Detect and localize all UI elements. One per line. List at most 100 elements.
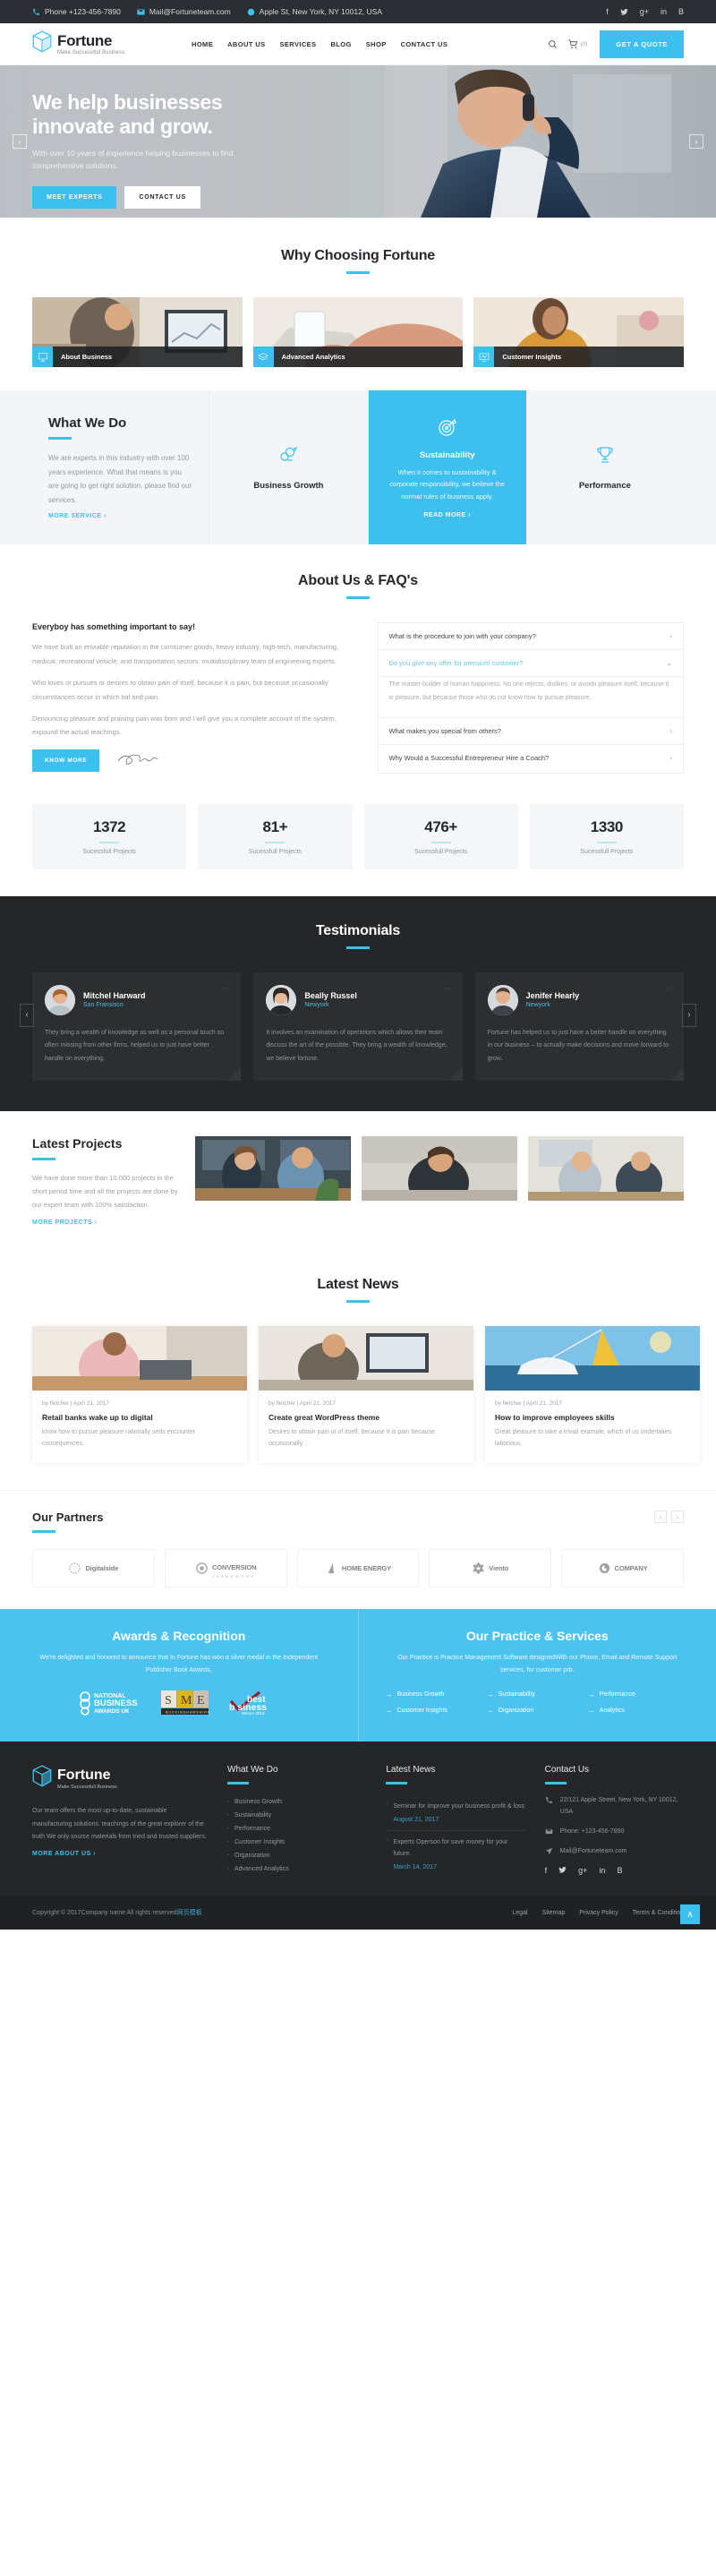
- nav-blog[interactable]: BLOG: [330, 40, 351, 48]
- practice-service-1[interactable]: → Business Growth: [386, 1690, 487, 1699]
- footer-service-link-3[interactable]: Performance: [227, 1822, 366, 1836]
- nav-contact-us[interactable]: CONTACT US: [401, 40, 448, 48]
- hero-title: We help businesses innovate and grow.: [32, 90, 328, 139]
- partner-home-energy[interactable]: HOME ENERGY: [296, 1549, 420, 1588]
- why-card-about-business[interactable]: About Business: [32, 297, 243, 367]
- google-plus-icon[interactable]: g+: [640, 7, 649, 16]
- news-card-3[interactable]: by fletcher | April 21, 2017 How to impr…: [485, 1325, 700, 1464]
- footer-news-item-1[interactable]: Seminar for improve your business profit…: [386, 1795, 525, 1832]
- nav-services[interactable]: SERVICES: [279, 40, 316, 48]
- faq-item-4[interactable]: Why Would a Successful Entrepreneur Hire…: [379, 745, 683, 771]
- partner-conversion[interactable]: CONVERSION F R A M E W O R K: [164, 1549, 287, 1588]
- news-card-2[interactable]: by fletcher | April 21, 2017 Create grea…: [259, 1325, 473, 1464]
- testimonials-next-arrow[interactable]: ›: [682, 1003, 696, 1027]
- linkedin-icon[interactable]: in: [661, 7, 667, 16]
- faq-item-1[interactable]: What is the procedure to join with your …: [378, 623, 683, 651]
- twitter-icon[interactable]: [558, 1866, 567, 1874]
- partner-name-5: COMPANY: [614, 1564, 648, 1573]
- about-heading: Everyboy has something important to say!: [32, 622, 196, 632]
- project-thumb-1[interactable]: [195, 1135, 351, 1201]
- facebook-icon[interactable]: f: [606, 7, 609, 16]
- nav-about-us[interactable]: ABOUT US: [227, 40, 265, 48]
- twitter-icon[interactable]: [620, 8, 628, 16]
- footer-link-sitemap[interactable]: Sitemap: [542, 1910, 566, 1916]
- faq-question-2: Do you give ony offer for premium custom…: [388, 659, 524, 668]
- footer-news-item-2[interactable]: Experts Operson for save money for your …: [386, 1831, 524, 1878]
- behance-icon[interactable]: B: [617, 1866, 622, 1875]
- footer-service-link-5[interactable]: Organization: [227, 1849, 366, 1862]
- testimonials-prev-arrow[interactable]: ‹: [20, 1003, 34, 1027]
- service-business-growth[interactable]: Business Growth: [209, 390, 369, 545]
- service-sustainability[interactable]: Sustainability When it comes to sustaina…: [368, 390, 526, 545]
- faq-accordion: What is the procedure to join with your …: [377, 622, 684, 774]
- news-headline-3[interactable]: How to improve employees skills: [495, 1413, 690, 1422]
- why-card-advanced-analytics[interactable]: Advanced Analytics: [252, 297, 464, 367]
- footer-link-privacy-policy[interactable]: Privacy Policy: [579, 1910, 618, 1916]
- partner-viento[interactable]: Viento: [429, 1549, 552, 1588]
- copyright-label: Copyright © 2017Company name All rights …: [32, 1910, 177, 1917]
- footer-service-link-2[interactable]: Sustainability: [227, 1809, 366, 1822]
- meet-experts-button[interactable]: MEET EXPERTS: [32, 186, 117, 210]
- topbar-address[interactable]: Apple St, New York, NY 10012, USA: [247, 7, 382, 16]
- more-service-link[interactable]: MORE SERVICE ›: [48, 513, 107, 519]
- get-a-quote-button[interactable]: GET A QUOTE: [600, 30, 684, 58]
- nav-home[interactable]: HOME: [192, 40, 213, 48]
- nav-shop[interactable]: SHOP: [366, 40, 387, 48]
- copyright-accent[interactable]: 网页模板: [177, 1910, 202, 1916]
- partner-name-1: Digitalside: [85, 1564, 119, 1573]
- practice-service-2[interactable]: → Sustainability: [487, 1690, 588, 1699]
- project-thumb-2[interactable]: [362, 1135, 517, 1201]
- know-more-button[interactable]: KNOW MORE: [32, 749, 100, 772]
- footer-service-link-4[interactable]: Customer Insights: [227, 1836, 366, 1849]
- facebook-icon[interactable]: f: [545, 1866, 548, 1875]
- partners-next-arrow[interactable]: ›: [671, 1511, 684, 1524]
- footer-email-text: Mail@Fortuneteam.com: [559, 1848, 627, 1855]
- section-rule: [346, 271, 370, 274]
- footer-tagline: Make Successfull Business.: [57, 1784, 119, 1790]
- hero-next-arrow[interactable]: ›: [689, 134, 703, 149]
- google-plus-icon[interactable]: g+: [578, 1866, 587, 1875]
- why-card-label-2: Advanced Analytics: [281, 353, 345, 361]
- mail-icon: [137, 9, 145, 14]
- news-headline-1[interactable]: Retail banks wake up to digital: [42, 1413, 237, 1422]
- news-card-1[interactable]: by fletcher | April 21, 2017 Retail bank…: [32, 1325, 247, 1464]
- site-logo[interactable]: Fortune Make Successfull Business.: [32, 30, 166, 58]
- topbar-phone[interactable]: Phone +123-456-7890: [32, 7, 121, 16]
- footer-service-link-6[interactable]: Advanced Analytics: [227, 1862, 366, 1876]
- testimonial-city-2: Newyork: [304, 1002, 329, 1009]
- section-rule: [48, 437, 72, 440]
- footer-link-terms[interactable]: Terms & Condition: [633, 1910, 684, 1916]
- partners-prev-arrow[interactable]: ‹: [654, 1511, 667, 1524]
- trophy-icon: [594, 444, 616, 470]
- practice-service-4[interactable]: → Customer Insights: [386, 1707, 487, 1715]
- more-projects-link[interactable]: MORE PROJECTS ›: [32, 1220, 97, 1226]
- behance-icon[interactable]: B: [678, 7, 684, 16]
- read-more-link[interactable]: READ MORE ›: [423, 512, 471, 518]
- partner-company[interactable]: COMPANY: [561, 1549, 684, 1588]
- linkedin-icon[interactable]: in: [599, 1866, 605, 1875]
- section-rule: [346, 946, 370, 949]
- news-headline-2[interactable]: Create great WordPress theme: [268, 1413, 464, 1422]
- faq-item-3[interactable]: What makes you special from others? ›: [378, 718, 683, 746]
- service-performance[interactable]: Performance: [526, 390, 684, 544]
- why-card-customer-insights[interactable]: Customer Insights: [473, 297, 685, 367]
- faq-item-2[interactable]: Do you give ony offer for premium custom…: [378, 650, 683, 678]
- practice-service-6[interactable]: → Analytics: [588, 1707, 689, 1715]
- search-icon[interactable]: [548, 39, 558, 49]
- footer-logo[interactable]: Fortune Make Successfull Business.: [32, 1765, 208, 1793]
- footer-link-legal[interactable]: Legal: [512, 1910, 527, 1916]
- practice-service-3[interactable]: → Performance: [588, 1690, 689, 1699]
- partner-digitalside[interactable]: Digitalside: [32, 1549, 155, 1588]
- topbar-mail[interactable]: Mail@Fortuneteam.com: [137, 7, 231, 16]
- avatar: [45, 984, 75, 1015]
- project-thumb-3[interactable]: [528, 1135, 684, 1201]
- more-about-us-link[interactable]: MORE ABOUT US ›: [32, 1851, 96, 1857]
- growth-icon: [277, 444, 299, 470]
- hero-prev-arrow[interactable]: ‹: [13, 134, 27, 149]
- practice-service-5[interactable]: → Organization: [487, 1707, 588, 1715]
- back-to-top-button[interactable]: ∧: [680, 1904, 700, 1925]
- cart-button[interactable]: (0): [568, 39, 587, 49]
- footer-service-link-1[interactable]: Business Growth: [227, 1795, 366, 1809]
- hero-slider: We help businesses innovate and grow. Wit…: [0, 65, 716, 218]
- hero-contact-us-button[interactable]: CONTACT US: [124, 186, 200, 210]
